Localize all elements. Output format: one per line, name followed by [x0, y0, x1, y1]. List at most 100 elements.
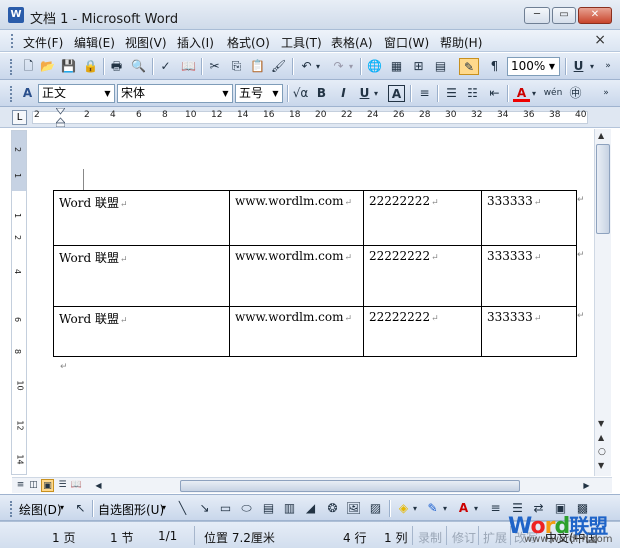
- decrease-indent-icon[interactable]: ⇤: [486, 85, 503, 102]
- fill-color-icon[interactable]: ◈: [395, 500, 412, 517]
- menu-help[interactable]: 帮助(H): [440, 34, 482, 51]
- menu-format[interactable]: 格式(O): [227, 34, 270, 51]
- font-size-combo[interactable]: 五号 ▼: [235, 84, 283, 103]
- print-layout-icon[interactable]: ▣: [41, 479, 54, 492]
- diagram-icon[interactable]: ❂: [324, 500, 341, 517]
- font-size-dropdown-icon[interactable]: ▼: [269, 85, 282, 102]
- copy-icon[interactable]: ⎘: [228, 58, 245, 75]
- insert-picture-icon[interactable]: ▨: [367, 500, 384, 517]
- undo-dropdown-icon[interactable]: ▾: [314, 58, 322, 75]
- clip-art-icon[interactable]: 🖼: [345, 500, 362, 517]
- normal-view-icon[interactable]: ≡: [14, 479, 27, 492]
- menu-edit[interactable]: 编辑(E): [74, 34, 115, 51]
- horizontal-ruler[interactable]: L 2 2 4 6 8 10 12 14 16 18 20 22 24 26 2…: [0, 107, 620, 128]
- toolbar-grip[interactable]: [10, 501, 13, 517]
- spelling-icon[interactable]: ✓: [157, 58, 174, 75]
- toolbar-options-icon[interactable]: »: [602, 58, 614, 75]
- line-tool-icon[interactable]: ╲: [174, 500, 191, 517]
- select-objects-icon[interactable]: ↖: [72, 500, 89, 517]
- menu-window[interactable]: 窗口(W): [384, 34, 429, 51]
- undo-icon[interactable]: ↶: [298, 58, 315, 75]
- phonetic-guide-button[interactable]: wén: [542, 85, 564, 102]
- arrow-tool-icon[interactable]: ↘: [196, 500, 213, 517]
- scroll-left-icon[interactable]: ◀: [92, 479, 105, 492]
- close-document-icon[interactable]: ×: [594, 32, 606, 48]
- table-cell[interactable]: 333333↵: [482, 191, 577, 246]
- character-border-button[interactable]: A: [388, 85, 405, 102]
- status-track-changes[interactable]: 修订: [452, 529, 476, 546]
- indent-markers-icon[interactable]: [56, 108, 65, 127]
- draw-font-color-icon[interactable]: A: [455, 500, 472, 517]
- scroll-down-icon[interactable]: ▼: [598, 419, 604, 428]
- table-cell[interactable]: Word 联盟↵: [54, 191, 230, 246]
- menu-grip[interactable]: [11, 34, 14, 48]
- redo-icon[interactable]: ↷: [330, 58, 347, 75]
- draw-font-color-dropdown-icon[interactable]: ▾: [472, 500, 480, 517]
- scroll-right-icon[interactable]: ▶: [580, 479, 593, 492]
- save-icon[interactable]: 💾: [60, 58, 77, 75]
- table-cell[interactable]: www.wordlm.com↵: [230, 191, 364, 246]
- status-extend[interactable]: 扩展: [483, 529, 507, 546]
- web-view-icon[interactable]: ◫: [27, 479, 40, 492]
- new-document-icon[interactable]: 🗋: [20, 58, 37, 75]
- draw-dropdown-icon[interactable]: ▾: [60, 503, 64, 512]
- document-table[interactable]: Word 联盟↵ www.wordlm.com↵ 22222222↵ 33333…: [53, 190, 577, 357]
- line-style-icon[interactable]: ≡: [487, 500, 504, 517]
- toolbar-options-icon[interactable]: »: [600, 85, 612, 102]
- line-color-dropdown-icon[interactable]: ▾: [441, 500, 449, 517]
- drawing-icon[interactable]: ✎: [459, 58, 479, 75]
- rectangle-tool-icon[interactable]: ▭: [217, 500, 234, 517]
- vertical-ruler[interactable]: 2 1 1 2 4 6 8 10 12 14: [11, 130, 27, 475]
- format-painter-icon[interactable]: 🖌: [270, 58, 287, 75]
- font-dropdown-icon[interactable]: ▼: [219, 85, 232, 102]
- style-combo[interactable]: 正文 ▼: [38, 84, 115, 103]
- equation-icon[interactable]: √α: [292, 85, 309, 102]
- permission-icon[interactable]: 🔒: [82, 58, 99, 75]
- enclose-characters-icon[interactable]: ㊥: [567, 85, 584, 102]
- cut-icon[interactable]: ✂: [206, 58, 223, 75]
- tables-borders-icon[interactable]: ▦: [388, 58, 405, 75]
- horizontal-scrollbar[interactable]: ≡ ◫ ▣ ☰ 📖 ◀ ▶: [12, 477, 612, 493]
- autoshapes-dropdown-icon[interactable]: ▾: [162, 503, 166, 512]
- horizontal-scroll-thumb[interactable]: [180, 480, 520, 492]
- table-cell[interactable]: 22222222↵: [364, 191, 482, 246]
- word-app-icon[interactable]: W: [8, 7, 24, 23]
- bold-button[interactable]: B: [313, 85, 330, 102]
- align-justify-icon[interactable]: ≡: [416, 85, 433, 102]
- vertical-scrollbar[interactable]: ▲ ▼ ▲ ○ ▼: [594, 129, 611, 476]
- menu-tools[interactable]: 工具(T): [281, 34, 322, 51]
- outline-view-icon[interactable]: ☰: [56, 479, 69, 492]
- font-color-dropdown-icon[interactable]: ▾: [530, 85, 538, 102]
- line-color-icon[interactable]: ✎: [424, 500, 441, 517]
- toolbar-grip[interactable]: [10, 59, 13, 75]
- table-cell[interactable]: 333333↵: [482, 246, 577, 307]
- table-cell[interactable]: www.wordlm.com↵: [230, 307, 364, 357]
- minimize-button[interactable]: ─: [524, 7, 550, 24]
- bullets-icon[interactable]: ☷: [464, 85, 481, 102]
- maximize-button[interactable]: ▭: [552, 7, 576, 24]
- zoom-combo[interactable]: 100% ▼: [507, 57, 560, 76]
- next-page-icon[interactable]: ▼: [598, 461, 604, 470]
- table-cell[interactable]: Word 联盟↵: [54, 246, 230, 307]
- menu-file[interactable]: 文件(F): [23, 34, 63, 51]
- open-folder-icon[interactable]: 📂: [39, 58, 56, 75]
- tab-selector[interactable]: L: [12, 110, 27, 125]
- document-page[interactable]: Word 联盟↵ www.wordlm.com↵ 22222222↵ 33333…: [28, 129, 594, 476]
- research-icon[interactable]: 📖: [180, 58, 197, 75]
- fill-color-dropdown-icon[interactable]: ▾: [411, 500, 419, 517]
- status-record[interactable]: 录制: [418, 529, 442, 546]
- autoshapes-button[interactable]: 自选图形(U): [98, 501, 164, 518]
- underline-style-dropdown-icon[interactable]: ▾: [372, 85, 380, 102]
- italic-button[interactable]: I: [335, 85, 352, 102]
- font-color-button[interactable]: A: [513, 85, 530, 102]
- table-cell[interactable]: www.wordlm.com↵: [230, 246, 364, 307]
- scroll-up-icon[interactable]: ▲: [598, 131, 604, 140]
- print-preview-icon[interactable]: 🔍: [130, 58, 147, 75]
- text-box-icon[interactable]: ▤: [260, 500, 277, 517]
- numbering-icon[interactable]: ☰: [443, 85, 460, 102]
- table-cell[interactable]: 22222222↵: [364, 246, 482, 307]
- paste-icon[interactable]: 📋: [249, 58, 266, 75]
- vertical-scroll-thumb[interactable]: [596, 144, 610, 234]
- underline-button[interactable]: U: [570, 58, 587, 75]
- show-hide-icon[interactable]: ¶: [486, 58, 503, 75]
